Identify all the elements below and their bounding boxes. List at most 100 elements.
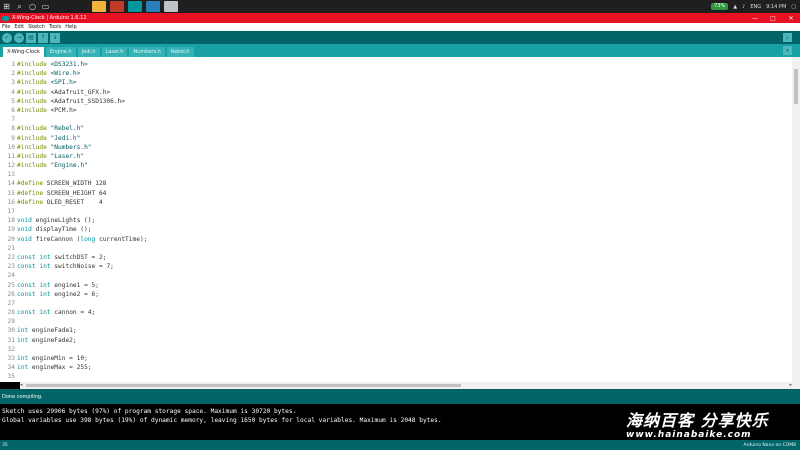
windows-start-icon[interactable]: ⊞ [0,0,13,13]
tab-menu-button[interactable]: ▾ [783,46,792,55]
upload-button[interactable]: → [14,32,24,43]
line-number: 10 [7,143,15,151]
menu-help[interactable]: Help [65,24,76,30]
code-line[interactable]: 24 [0,271,792,280]
tab-engine[interactable]: Engine.h [45,47,76,57]
tab-rebel[interactable]: Rebel.h [166,47,194,57]
menu-sketch[interactable]: Sketch [28,24,45,30]
media-app-icon[interactable] [110,1,124,12]
code-line[interactable]: 7 [0,115,792,124]
battery-badge[interactable]: 73% [711,3,729,10]
code-line[interactable]: 19 void displayTime (); [0,225,792,234]
code-line[interactable]: 5 #include <Adafruit_SSD1306.h> [0,97,792,106]
verify-button[interactable]: ✓ [2,32,12,43]
vertical-scroll-thumb[interactable] [794,69,798,104]
code-line[interactable]: 8 #include "Rebel.h" [0,124,792,133]
code-text: const int switchNoise = 7; [17,262,114,271]
code-line[interactable]: 4 #include <Adafruit_GFX.h> [0,88,792,97]
multitask-icon[interactable]: ▭ [39,0,52,13]
code-line[interactable]: 13 [0,170,792,179]
code-line[interactable]: 3 #include <SPI.h> [0,78,792,87]
code-line[interactable]: 28 const int cannon = 4; [0,308,792,317]
code-line[interactable]: 30 int engineFade1; [0,326,792,335]
code-token: int [39,281,51,289]
line-number: 13 [7,171,15,179]
file-explorer-app-icon[interactable] [92,1,106,12]
vertical-scrollbar[interactable] [792,57,800,389]
code-line[interactable]: 22 const int switchDST = 2; [0,253,792,262]
close-button[interactable]: ✕ [782,13,800,23]
search-icon[interactable]: ⌕ [13,0,26,13]
code-line[interactable]: 11 #include "Laser.h" [0,152,792,161]
code-line[interactable]: 33 int engineMin = 10; [0,354,792,363]
clock[interactable]: 9:14 PM [766,4,786,10]
browser-app-icon[interactable] [146,1,160,12]
code-line[interactable]: 18 void engineLights (); [0,216,792,225]
code-line[interactable]: 25 const int engine1 = 5; [0,281,792,290]
code-line[interactable]: 14 #define SCREEN_WIDTH 128 [0,179,792,188]
menu-file[interactable]: File [2,24,10,30]
new-sketch-button[interactable]: ▤ [26,32,36,43]
arduino-app-icon[interactable] [128,1,142,12]
open-sketch-button[interactable]: ↑ [38,32,48,43]
horizontal-scroll-thumb[interactable] [26,384,461,387]
code-token: void [17,226,32,234]
line-number: 7 [11,116,15,124]
code-token: int [39,253,51,261]
menu-tools[interactable]: Tools [49,24,61,30]
minimize-button[interactable]: — [746,13,764,23]
tab-x-wing-clock[interactable]: X-Wing-Clock [3,47,44,57]
code-editor[interactable]: 1 #include <DS3231.h> 2 #include <Wire.h> 3 #… [0,57,792,382]
code-text: int engineFade2; [17,336,77,345]
code-line[interactable]: 1 #include <DS3231.h> [0,60,792,69]
arduino-logo-icon [2,15,9,21]
code-line[interactable]: 31 int engineFade2; [0,336,792,345]
code-token: OLED_RESET 4 [43,198,103,206]
code-line[interactable]: 35 [0,372,792,381]
code-line[interactable]: 2 #include <Wire.h> [0,69,792,78]
code-line[interactable]: 34 int engineMax = 255; [0,363,792,372]
network-icon[interactable]: ▲ [733,4,737,10]
code-token: currentTime); [95,235,148,243]
code-token: const [17,290,36,298]
code-line[interactable]: 32 [0,345,792,354]
task-view-icon[interactable]: ○ [26,0,39,13]
notification-icon[interactable]: ▢ [791,4,796,10]
line-number: 17 [7,208,15,215]
code-line[interactable]: 9 #include "Jedi.h" [0,134,792,143]
scroll-right-icon[interactable]: ▸ [789,382,792,388]
code-line[interactable]: 12 #include "Engine.h" [0,161,792,170]
code-line[interactable]: 17 [0,207,792,216]
code-line[interactable]: 20 void fireCannon (long currentTime); [0,235,792,244]
line-number: 18 [7,217,15,225]
horizontal-scrollbar[interactable]: ◂ ▸ [20,382,792,389]
code-line[interactable]: 16 #define OLED_RESET 4 [0,198,792,207]
code-line[interactable]: 26 const int engine2 = 6; [0,290,792,299]
notes-app-icon[interactable] [164,1,178,12]
serial-monitor-button[interactable]: ⌕ [783,33,792,42]
menu-edit[interactable]: Edit [14,24,24,30]
code-line[interactable]: 29 [0,317,792,326]
code-text: #include <Adafruit_GFX.h> [17,88,110,97]
tab-jedi[interactable]: Jedi.h [77,47,100,57]
line-number: 9 [11,134,15,142]
code-line[interactable]: 27 [0,299,792,308]
code-line[interactable]: 10 #include "Numbers.h" [0,143,792,152]
scroll-left-icon[interactable]: ◂ [20,382,23,388]
maximize-button[interactable]: □ [764,13,782,23]
code-line[interactable]: 23 const int switchNoise = 7; [0,262,792,271]
code-text: #include "Rebel.h" [17,124,84,133]
tab-numbers[interactable]: Numbers.h [129,47,165,57]
language-indicator[interactable]: ENG [750,4,761,10]
code-token: engineFade1; [28,327,77,335]
tab-laser[interactable]: Laser.h [101,47,128,57]
line-number: 31 [7,336,15,344]
code-line[interactable]: 6 #include <PCM.h> [0,106,792,115]
code-token: #include [17,152,47,160]
code-line[interactable]: 15 #define SCREEN_HEIGHT 64 [0,189,792,198]
code-token: <PCM.h> [46,106,77,114]
save-sketch-button[interactable]: ↓ [50,32,60,43]
volume-icon[interactable]: ♪ [742,4,745,10]
code-token: #define [17,198,44,206]
code-line[interactable]: 21 [0,244,792,253]
